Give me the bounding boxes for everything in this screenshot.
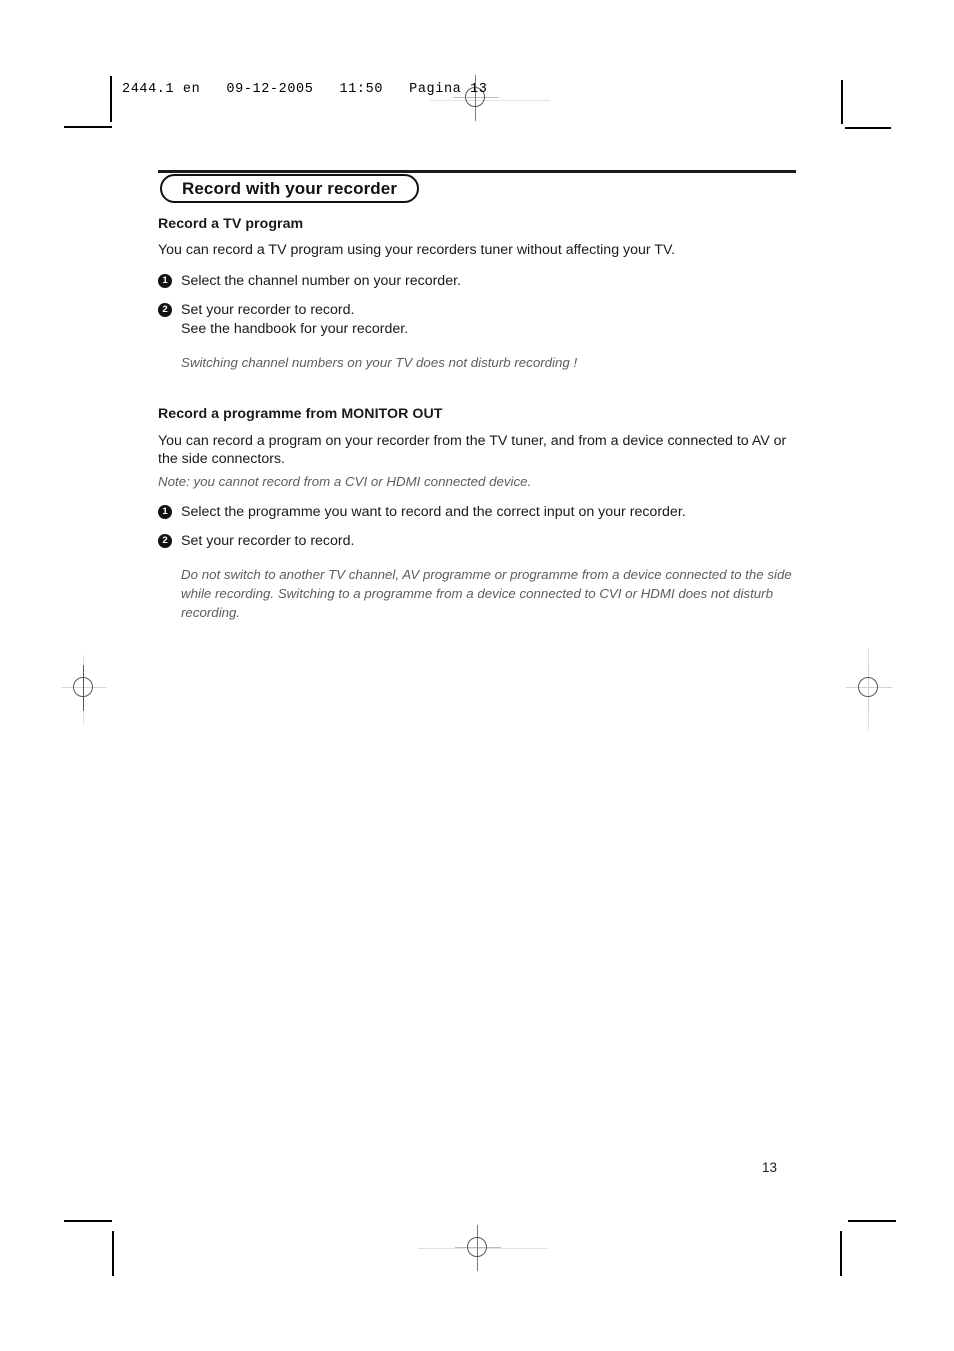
section-intro-note: Note: you cannot record from a CVI or HD… — [158, 473, 532, 489]
registration-mark-right-middle — [846, 665, 892, 711]
step-number-badge: 2 — [158, 303, 172, 318]
registration-circle — [858, 677, 878, 697]
list-item: 2 Set your recorder to record. — [158, 532, 798, 551]
section-note: Switching channel numbers on your TV doe… — [181, 354, 578, 370]
page-title: Record with your recorder — [182, 179, 398, 198]
crop-mark-bottom-left-vertical — [112, 1231, 114, 1276]
list-item: 2 Set your recorder to record. See the h… — [158, 301, 798, 339]
chapter-header: Record with your recorder — [158, 160, 798, 204]
step-text: Set your recorder to record. — [181, 301, 355, 318]
section-record-a-tv-program: Record a TV program You can record a TV … — [158, 216, 798, 372]
page-number: 13 — [762, 1160, 778, 1175]
list-item: 1 Select the programme you want to recor… — [158, 503, 798, 522]
registration-circle — [73, 677, 93, 697]
step-number-badge: 1 — [158, 505, 172, 520]
crop-mark-top-right-horizontal — [845, 127, 891, 129]
section-heading: Record a TV program — [158, 216, 304, 232]
crop-mark-top-left-horizontal — [64, 126, 112, 128]
step-list: 1 Select the channel number on your reco… — [158, 272, 798, 339]
step-number-badge: 1 — [158, 274, 172, 289]
step-list: 1 Select the programme you want to recor… — [158, 503, 798, 551]
slug-divider-rule — [110, 76, 112, 122]
crop-mark-top-right-vertical — [841, 80, 843, 124]
printer-slug: 2444.1 en 09-12-2005 11:50 Pagina 13 — [122, 82, 488, 97]
crop-mark-bottom-right-horizontal — [848, 1220, 896, 1222]
registration-mark-left-middle — [61, 665, 107, 711]
chapter-title-pill: Record with your recorder — [160, 174, 420, 203]
section-intro-text: You can record a TV program using your r… — [158, 242, 676, 258]
section-heading: Record a programme from MONITOR OUT — [158, 405, 443, 422]
section-record-from-monitor-out: Record a programme from MONITOR OUT You … — [158, 406, 798, 622]
step-text: Set your recorder to record. — [181, 532, 355, 549]
step-text: Select the programme you want to record … — [181, 503, 686, 520]
registration-mark-bottom-center — [455, 1225, 501, 1271]
step-text-continued: See the handbook for your recorder. — [181, 320, 409, 337]
section-note: Do not switch to another TV channel, AV … — [181, 566, 792, 620]
registration-circle — [467, 1237, 487, 1257]
page-content: Record with your recorder Record a TV pr… — [158, 160, 798, 622]
crop-mark-bottom-right-vertical — [840, 1231, 842, 1276]
chapter-rule — [158, 170, 796, 173]
step-number-badge: 2 — [158, 534, 172, 549]
crop-mark-bottom-left-horizontal — [64, 1220, 112, 1222]
step-text: Select the channel number on your record… — [181, 272, 461, 289]
list-item: 1 Select the channel number on your reco… — [158, 272, 798, 291]
section-intro-text: You can record a program on your recorde… — [158, 432, 787, 468]
